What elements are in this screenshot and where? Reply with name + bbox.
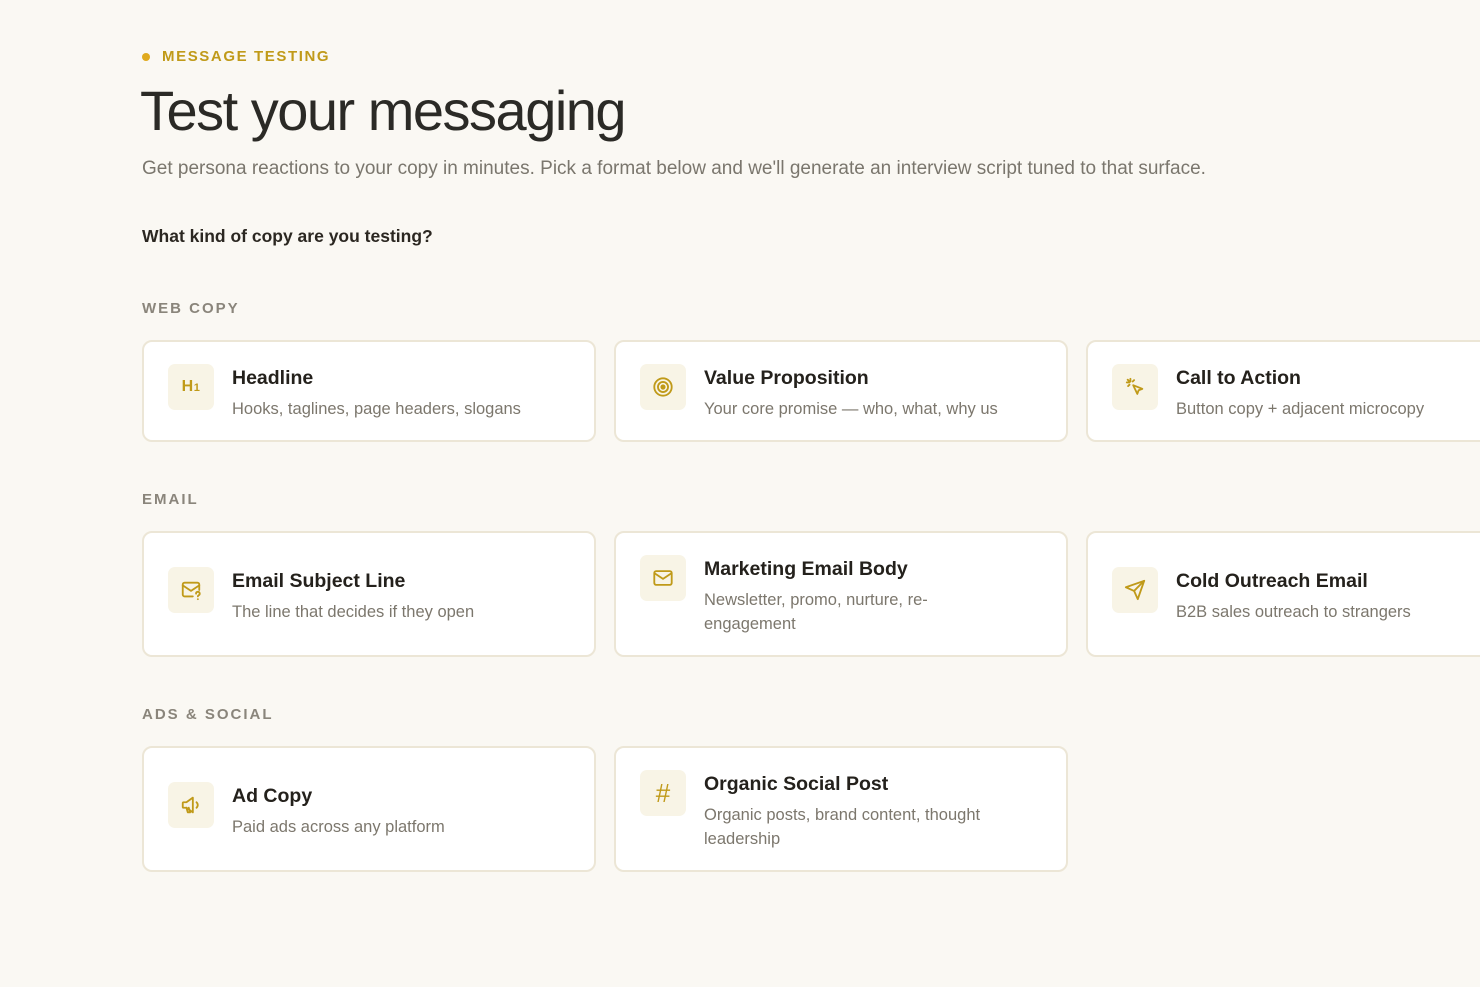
target-icon [640,364,686,410]
card-description: B2B sales outreach to strangers [1176,603,1411,621]
card-description: Paid ads across any platform [232,818,445,836]
eyebrow-label: MESSAGE TESTING [162,48,331,65]
hash-icon: # [640,770,686,816]
mail-question-icon [168,567,214,613]
megaphone-icon [168,782,214,828]
message-testing-page: MESSAGE TESTING Test your messaging Get … [0,0,1480,987]
card-ad-copy[interactable]: Ad Copy Paid ads across any platform [142,746,596,872]
section-label-web-copy: WEB COPY [142,300,240,317]
card-title: Marketing Email Body [704,558,908,580]
mail-icon [640,555,686,601]
card-title: Email Subject Line [232,570,406,592]
card-email-subject-line[interactable]: Email Subject Line The line that decides… [142,531,596,657]
card-call-to-action[interactable]: Call to Action Button copy + adjacent mi… [1086,340,1480,442]
section-label-ads-social: ADS & SOCIAL [142,706,274,723]
card-description: Hooks, taglines, page headers, slogans [232,400,521,418]
card-title: Headline [232,367,314,389]
card-title: Cold Outreach Email [1176,570,1368,592]
page-title: Test your messaging [140,79,627,142]
heading-icon: H1 [168,364,214,410]
card-cold-outreach-email[interactable]: Cold Outreach Email B2B sales outreach t… [1086,531,1480,657]
card-description: Button copy + adjacent microcopy [1176,400,1425,418]
card-title: Value Proposition [704,367,869,389]
cursor-click-icon [1112,364,1158,410]
card-description: Newsletter, promo, nurture, re-engagemen… [704,591,928,633]
card-title: Organic Social Post [704,773,889,795]
card-title: Call to Action [1176,367,1301,389]
card-headline[interactable]: H1 Headline Hooks, taglines, page header… [142,340,596,442]
card-description: Organic posts, brand content, thought le… [704,806,981,848]
eyebrow: MESSAGE TESTING [142,48,330,65]
card-title: Ad Copy [232,785,313,807]
copy-type-question: What kind of copy are you testing? [142,226,433,246]
card-description: The line that decides if they open [232,603,475,621]
card-value-proposition[interactable]: Value Proposition Your core promise — wh… [614,340,1068,442]
page-subtitle: Get persona reactions to your copy in mi… [142,158,1206,179]
send-icon [1112,567,1158,613]
card-organic-social-post[interactable]: # Organic Social Post Organic posts, bra… [614,746,1068,872]
card-description: Your core promise — who, what, why us [704,400,998,418]
section-label-email: EMAIL [142,491,199,508]
card-marketing-email-body[interactable]: Marketing Email Body Newsletter, promo, … [614,531,1068,657]
eyebrow-dot [142,52,150,61]
